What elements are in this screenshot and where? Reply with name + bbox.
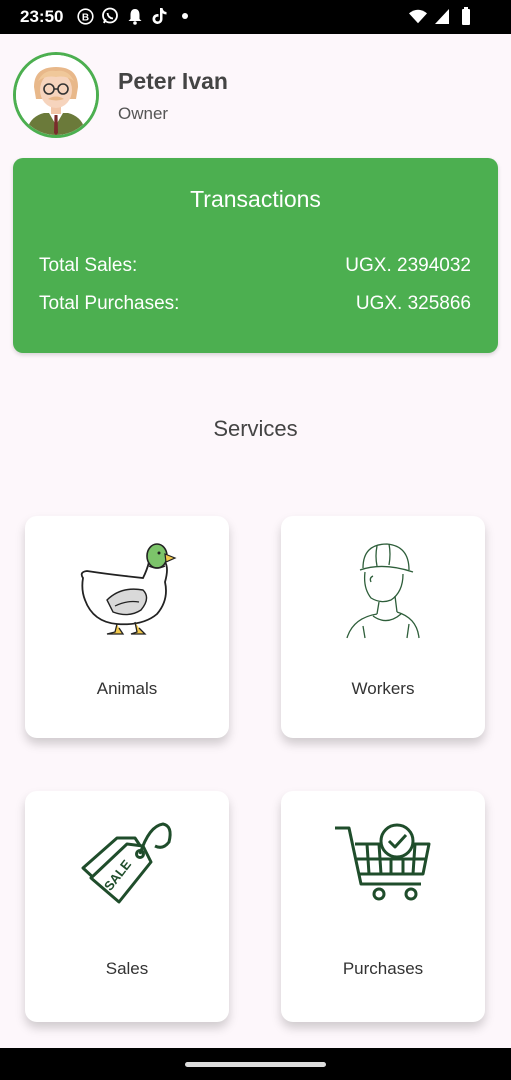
- worker-icon: [346, 543, 420, 639]
- total-sales-label: Total Sales:: [39, 255, 138, 276]
- duck-icon: [80, 543, 177, 635]
- sale-tag-icon: SALE: [81, 822, 172, 904]
- total-sales-row: Total Sales: UGX. 2394032: [39, 255, 471, 277]
- service-label-animals: Animals: [96, 679, 158, 698]
- whatsapp-icon: [101, 6, 119, 26]
- system-icons: [409, 6, 475, 26]
- profile-role: Owner: [118, 104, 169, 123]
- service-label-purchases: Purchases: [342, 959, 424, 978]
- service-label-sales: Sales: [105, 959, 149, 978]
- total-purchases-row: Total Purchases: UGX. 325866: [39, 293, 471, 315]
- svg-text:B: B: [81, 12, 88, 23]
- status-bar: 23:50 B: [0, 0, 511, 34]
- services-title: Services: [213, 416, 298, 441]
- total-sales-value: UGX. 2394032: [345, 255, 471, 276]
- service-card-workers[interactable]: Workers: [281, 516, 485, 738]
- shopping-cart-icon: [335, 823, 431, 901]
- status-time: 23:50: [20, 7, 64, 26]
- home-indicator[interactable]: [185, 1062, 326, 1067]
- service-card-purchases[interactable]: Purchases: [281, 791, 485, 1022]
- profile-name: Peter Ivan: [118, 68, 228, 94]
- transactions-card[interactable]: Transactions Total Sales: UGX. 2394032 T…: [13, 158, 498, 353]
- avatar-man-icon: [16, 55, 96, 135]
- battery-icon: [457, 6, 475, 26]
- wifi-icon: [409, 6, 427, 26]
- profile-header: Peter Ivan Owner: [13, 52, 493, 142]
- avatar[interactable]: [13, 52, 99, 138]
- tiktok-icon: [151, 6, 169, 26]
- transactions-title: Transactions: [190, 186, 321, 212]
- bell-icon: [126, 6, 144, 26]
- service-card-animals[interactable]: Animals: [25, 516, 229, 738]
- total-purchases-label: Total Purchases:: [39, 293, 180, 314]
- b-badge-icon: B: [76, 6, 94, 26]
- total-purchases-value: UGX. 325866: [355, 293, 471, 314]
- notification-icons: B: [76, 6, 194, 26]
- service-card-sales[interactable]: SALE Sales: [25, 791, 229, 1022]
- navigation-bar: [0, 1048, 511, 1080]
- service-label-workers: Workers: [351, 679, 415, 698]
- dot-icon: [176, 6, 194, 26]
- signal-icon: [433, 6, 451, 26]
